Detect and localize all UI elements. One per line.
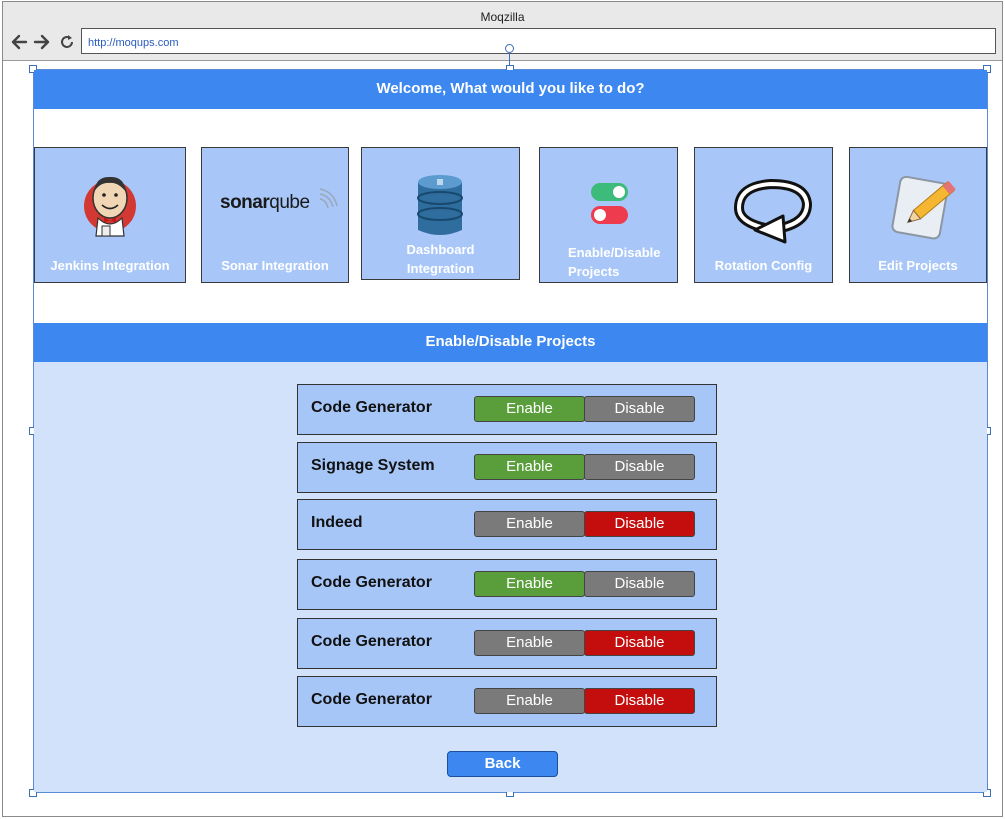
tile-sonar-integration[interactable]: sonarqube Sonar Integration — [201, 147, 349, 283]
tile-label: Rotation Config — [714, 258, 813, 273]
section-banner: Enable/Disable Projects — [34, 323, 987, 362]
rotation-stem — [509, 52, 510, 66]
tile-edit-projects[interactable]: Edit Projects — [849, 147, 987, 283]
back-arrow-icon[interactable] — [9, 31, 29, 53]
project-row: Indeed Enable Disable — [297, 499, 717, 550]
tile-enable-disable-projects[interactable]: Enable/Disable Projects — [539, 147, 678, 283]
project-name: Code Generator — [311, 399, 432, 416]
browser-toolbar: Moqzilla http://moqups.com — [3, 2, 1002, 61]
project-name: Code Generator — [311, 574, 432, 591]
project-name: Code Generator — [311, 633, 432, 650]
rotation-arrow-icon — [733, 178, 813, 251]
enable-button[interactable]: Enable — [474, 396, 585, 422]
disable-button[interactable]: Disable — [584, 688, 695, 714]
tile-dashboard-integration[interactable]: Dashboard Integration — [361, 147, 520, 280]
back-button[interactable]: Back — [447, 751, 558, 777]
reload-icon[interactable] — [57, 31, 77, 53]
enable-button[interactable]: Enable — [474, 630, 585, 656]
enable-button[interactable]: Enable — [474, 688, 585, 714]
tile-rotation-config[interactable]: Rotation Config — [694, 147, 833, 283]
tile-label: Sonar Integration — [221, 258, 329, 273]
disable-button[interactable]: Disable — [584, 511, 695, 537]
project-name: Indeed — [311, 514, 363, 531]
project-name: Signage System — [311, 457, 435, 474]
disable-button[interactable]: Disable — [584, 396, 695, 422]
disable-button[interactable]: Disable — [584, 454, 695, 480]
project-row: Code Generator Enable Disable — [297, 618, 717, 669]
project-row: Code Generator Enable Disable — [297, 559, 717, 610]
address-bar[interactable]: http://moqups.com — [81, 28, 996, 54]
tile-label: Edit Projects — [878, 258, 958, 273]
rotation-handle[interactable] — [505, 44, 514, 53]
toggle-icon — [590, 182, 630, 231]
forward-arrow-icon[interactable] — [32, 31, 52, 53]
tile-label-line1: Enable/Disable — [568, 245, 661, 260]
tile-label-line1: Dashboard — [406, 242, 475, 257]
tile-label: Jenkins Integration — [50, 258, 170, 273]
project-row: Signage System Enable Disable — [297, 442, 717, 493]
database-icon — [416, 174, 464, 243]
enable-button[interactable]: Enable — [474, 571, 585, 597]
project-name: Code Generator — [311, 691, 432, 708]
window-title: Moqzilla — [480, 10, 525, 24]
url-text: http://moqups.com — [88, 37, 179, 49]
disable-button[interactable]: Disable — [584, 630, 695, 656]
project-row: Code Generator Enable Disable — [297, 384, 717, 435]
sonarqube-logo: sonarqube — [220, 188, 340, 222]
project-row: Code Generator Enable Disable — [297, 676, 717, 727]
tile-label-line2: Integration — [406, 261, 475, 276]
tile-jenkins-integration[interactable]: Jenkins Integration — [34, 147, 186, 283]
enable-button[interactable]: Enable — [474, 454, 585, 480]
pencil-notepad-icon — [888, 172, 960, 245]
enable-button[interactable]: Enable — [474, 511, 585, 537]
welcome-banner: Welcome, What would you like to do? — [34, 70, 987, 109]
disable-button[interactable]: Disable — [584, 571, 695, 597]
jenkins-icon — [82, 170, 138, 249]
tile-label-line2: Projects — [568, 264, 620, 279]
